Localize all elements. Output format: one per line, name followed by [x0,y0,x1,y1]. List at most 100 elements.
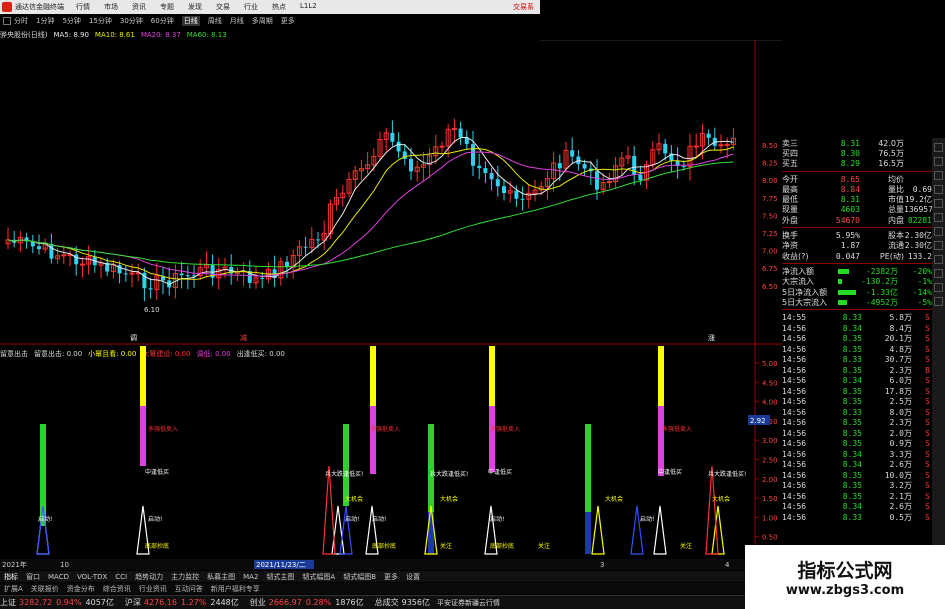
side-tool-icon[interactable] [934,297,943,306]
side-toolbar [932,138,945,568]
price-tick-label: 8.25 [762,160,778,168]
ind-tab[interactable]: VOL-TDX [77,573,107,581]
period-tab[interactable]: 周线 [208,16,222,26]
index-hs[interactable]: 沪深 4276.16 1.27% 2448亿 [125,597,242,608]
period-tab[interactable]: 5分钟 [62,16,80,26]
ind-tick-label: 0.50 [762,534,778,542]
toggle-square-icon[interactable] [3,17,11,25]
side-tool-icon[interactable] [934,213,943,222]
tick-side: S [925,428,930,438]
trade-system-label[interactable]: 交易系 [513,2,534,12]
menu-item[interactable]: 发现 [188,2,202,12]
tick-volume: 8.4万 [889,323,912,333]
side-tool-icon[interactable] [934,185,943,194]
sub-tab[interactable]: 互动问答 [175,584,203,594]
annotation-bottom: 底部抄底 [145,542,169,550]
menu-item[interactable]: 热点 [272,2,286,12]
watermark-url: www.zbgs3.com [785,583,905,598]
ind-tab[interactable]: MACD [48,573,69,581]
side-tool-icon[interactable] [934,255,943,264]
ind-tab[interactable]: 窗口 [26,572,40,582]
annotation-double-warn: 兵大跌逢低买! [430,470,468,478]
marker-label: 涨 [708,333,715,342]
flow-row: 净流入额 -2382万 -20% [782,266,932,276]
candle-body [489,173,494,180]
side-tool-icon[interactable] [934,269,943,278]
period-tab[interactable]: 60分钟 [151,16,174,26]
period-tab-active[interactable]: 日线 [181,16,200,26]
ind-tab[interactable]: 更多 [384,572,398,582]
candle-body [37,246,41,250]
side-tool-icon[interactable] [934,199,943,208]
sub-tab[interactable]: 扩展A [4,584,23,594]
period-tab[interactable]: 更多 [281,16,295,26]
flow-bar [838,299,856,305]
menu-item[interactable]: 行情 [76,2,90,12]
period-tab[interactable]: 月线 [230,16,244,26]
period-tab[interactable]: 多周期 [252,16,273,26]
sub-tab[interactable]: 新用户福利专享 [211,584,260,594]
ind-tab[interactable]: 指标 [4,572,18,582]
index-chinext[interactable]: 创业 2666.97 0.28% 1876亿 [250,597,367,608]
sub-tab[interactable]: 综合资讯 [103,584,131,594]
tick-price: 8.35 [842,491,862,501]
ind-tab[interactable]: 韧式幅图A [302,572,335,582]
tick-row: 14:56 8.33 8.0万 S [782,407,932,418]
stat-row: 外盘 54670 内盘 82281 [782,215,932,225]
tick-price: 8.33 [842,355,862,365]
menu-item[interactable]: L1L2 [300,2,317,12]
ind-tab[interactable]: MA2 [243,573,258,581]
price-tick-label: 7.25 [762,230,778,238]
tick-volume: 2.1万 [889,491,912,501]
period-tab[interactable]: 15分钟 [89,16,112,26]
menu-item[interactable]: 交易 [216,2,230,12]
ind-tab[interactable]: 韧式幅图B [343,572,376,582]
menu-item[interactable]: 资讯 [132,2,146,12]
side-tool-icon[interactable] [934,143,943,152]
flow-value: -4952万 [865,297,898,307]
tick-time: 14:56 [782,365,807,375]
stat-label: 收益(?) [782,251,809,261]
index-shanghai[interactable]: 上证 3282.72 0.94% 4057亿 [0,597,117,608]
period-tab[interactable]: 1分钟 [36,16,54,26]
app-logo-icon [2,2,12,12]
side-tool-icon[interactable] [934,227,943,236]
ind-tab[interactable]: CCI [115,573,127,581]
period-tab[interactable]: 分时 [14,16,28,26]
tick-side: S [925,460,930,470]
ind-tab[interactable]: 趋势动力 [135,572,163,582]
marker-label: 调 [130,333,137,342]
sub-tab[interactable]: 资金分布 [67,584,95,594]
ind-tab[interactable]: 设置 [406,572,420,582]
signal-bar [370,406,376,474]
tick-list[interactable]: 14:55 8.33 5.8万 S 14:56 8.34 8.4万 S 14:56 8.35 20.… [782,312,932,522]
flow-pct: -14% [912,287,932,297]
ind-tab[interactable]: 主力监控 [171,572,199,582]
menu-item[interactable]: 行业 [244,2,258,12]
indicator-chart[interactable]: 5.004.504.003.503.002.502.001.501.000.50… [0,346,782,571]
candle-body [316,239,320,241]
side-tool-icon[interactable] [934,283,943,292]
side-tool-icon[interactable] [934,171,943,180]
tick-row: 14:56 8.34 8.4万 S [782,323,932,334]
ind-tab[interactable]: 韧式主图 [266,572,294,582]
sub-tab[interactable]: 行业资讯 [139,584,167,594]
price-tick-label: 6.75 [762,265,778,273]
side-tool-icon[interactable] [934,157,943,166]
tick-time: 14:55 [782,313,807,323]
candle-body [724,143,730,146]
menu-item[interactable]: 专题 [160,2,174,12]
date-cursor[interactable]: 2021/11/23/二 [256,561,306,569]
side-tool-icon[interactable] [934,241,943,250]
tick-row: 14:56 8.33 30.7万 S [782,354,932,365]
period-tab[interactable]: 30分钟 [120,16,143,26]
tick-price: 8.35 [842,386,862,396]
index-pct: 0.94% [56,598,82,607]
stat-label: 外盘 [782,215,798,225]
candlestick-chart[interactable]: 8.50 8.25 8.00 7.75 7.50 7.25 7.00 6.75 6.50 6.1… [0,40,782,346]
menu-item[interactable]: 市场 [104,2,118,12]
candle-body [483,168,488,174]
ind-tab[interactable]: 私募主图 [207,572,235,582]
sub-tab[interactable]: 关联报价 [31,584,59,594]
candle-body [49,244,54,259]
